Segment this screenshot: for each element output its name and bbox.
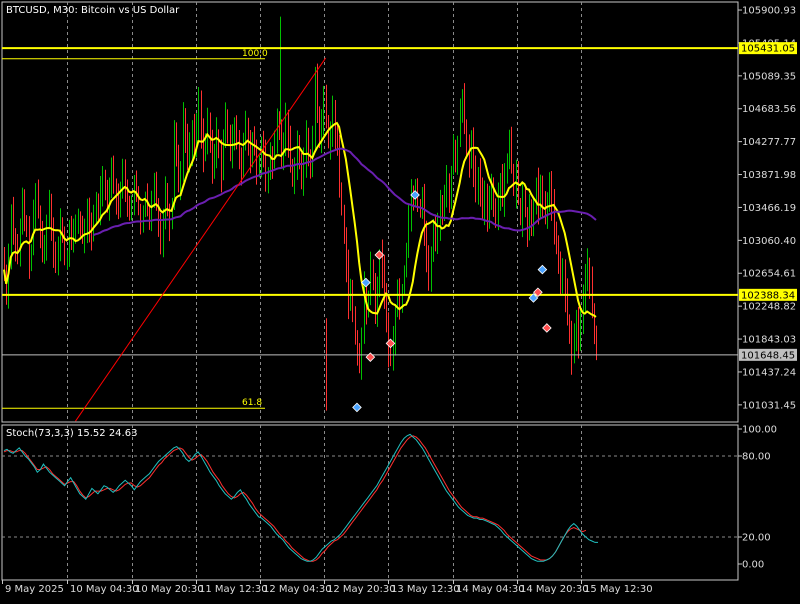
time-tick-label: 14 May 20:30: [520, 584, 589, 595]
price-tick-label: 104683.56: [742, 104, 796, 115]
time-tick-label: 9 May 2025: [5, 584, 64, 595]
price-tick-label: 105900.93: [742, 6, 796, 17]
time-tick-label: 12 May 04:30: [263, 584, 332, 595]
fib-level-label: 61.8: [242, 398, 262, 408]
time-tick-label: 14 May 04:30: [456, 584, 525, 595]
time-tick-label: 13 May 12:30: [391, 584, 460, 595]
level-price-label: 102388.34: [741, 290, 795, 301]
chart-title: BTCUSD, M30: Bitcoin vs US Dollar: [6, 5, 180, 16]
price-tick-label: 104277.77: [742, 137, 796, 148]
time-axis: 9 May 2025 10 May 04:3010 May 20:3011 May…: [2, 580, 653, 595]
price-tick-label: 102654.61: [742, 269, 796, 280]
level-price-label: 101648.45: [741, 350, 795, 361]
time-tick-label: 11 May 12:30: [199, 584, 268, 595]
stoch-tick-label: 80.00: [742, 452, 771, 463]
price-tick-label: 101031.45: [742, 400, 796, 411]
price-tick-label: 103060.40: [742, 236, 796, 247]
stoch-tick-label: 20.00: [742, 533, 771, 544]
price-tick-label: 102248.82: [742, 302, 796, 313]
time-tick-label: 10 May 20:30: [135, 584, 204, 595]
price-tick-label: 103466.19: [742, 203, 796, 214]
price-tick-label: 105089.35: [742, 71, 796, 82]
stoch-tick-label: 100.00: [742, 425, 777, 436]
chart-window[interactable]: 105900.93105495.14105089.35104683.561042…: [0, 0, 800, 600]
price-tick-label: 103871.98: [742, 170, 796, 181]
stochastic-panel-frame: [1, 424, 739, 581]
fib-level-label: 100.0: [242, 49, 268, 59]
price-tick-label: 101843.03: [742, 335, 796, 346]
stoch-tick-label: 0.00: [742, 560, 764, 571]
price-chart-canvas[interactable]: 105900.93105495.14105089.35104683.561042…: [0, 0, 800, 600]
stochastic-title: Stoch(73,3,3) 15.52 24.63: [6, 428, 137, 439]
time-tick-label: 12 May 20:30: [327, 584, 396, 595]
time-tick-label: 10 May 04:30: [70, 584, 139, 595]
price-tick-label: 101437.24: [742, 367, 796, 378]
time-tick-label: 15 May 12:30: [584, 584, 653, 595]
level-price-label: 105431.05: [741, 44, 795, 55]
